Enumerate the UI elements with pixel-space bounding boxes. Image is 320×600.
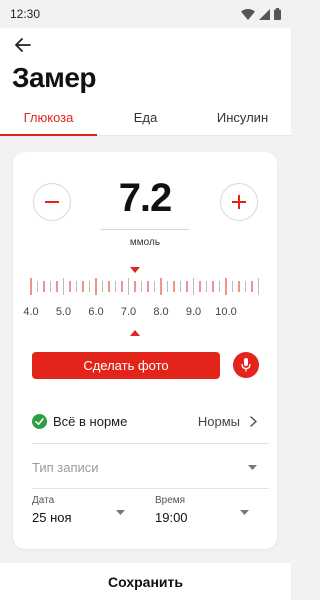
time-field[interactable]: Время 19:00 [155,495,247,535]
tab-insulin[interactable]: Инсулин [194,102,291,135]
check-circle-icon [32,413,47,429]
battery-icon [274,8,281,20]
voice-input-button[interactable] [233,352,259,378]
divider [32,488,269,489]
ruler-label: 7.0 [120,306,137,318]
decrease-button[interactable] [33,183,71,221]
ruler-label: 9.0 [185,306,202,318]
dropdown-arrow-icon [248,464,257,470]
divider [32,443,269,444]
page-title: Замер [12,62,97,93]
ruler-label: 5.0 [55,306,72,318]
mic-icon [241,358,251,372]
value-underline [101,229,189,230]
tab-food[interactable]: Еда [97,102,194,135]
norms-link[interactable]: Нормы [198,414,240,429]
tab-glucose[interactable]: Глюкоза [0,102,97,136]
ruler-pointer-top [130,267,140,273]
save-button[interactable]: Сохранить [0,563,291,600]
ruler-label: 10.0 [215,306,237,318]
status-time: 12:30 [10,7,41,21]
dropdown-arrow-icon[interactable] [116,510,125,515]
glucose-value[interactable]: 7.2 [99,176,191,221]
back-button[interactable] [12,34,34,56]
ruler-label: 6.0 [88,306,104,318]
measurement-card: 7.2 ммоль 4.0 5.0 6.0 7.0 8.0 9.0 10.0 С… [13,152,277,549]
ruler-pointer-bottom [130,330,140,336]
minus-icon [45,201,59,203]
increase-button[interactable] [220,183,258,221]
dropdown-arrow-icon[interactable] [240,510,249,515]
value-ruler[interactable]: 4.0 5.0 6.0 7.0 8.0 9.0 10.0 [23,264,263,338]
status-bar: 12:30 [0,0,291,28]
status-icons [241,8,281,20]
norm-status-row[interactable]: Всё в норме Нормы [32,402,257,440]
take-photo-button[interactable]: Сделать фото [32,352,220,379]
plus-icon [232,195,246,209]
record-type-placeholder: Тип записи [32,459,99,475]
date-value: 25 ноя [32,510,72,525]
norm-status-text: Всё в норме [53,413,128,429]
date-label: Дата [32,495,55,506]
record-type-select[interactable]: Тип записи [32,454,257,480]
tab-bar: Глюкоза Еда Инсулин [0,102,291,136]
ruler-label: 8.0 [153,306,169,318]
unit-label: ммоль [129,237,161,248]
time-label: Время [155,495,186,506]
date-field[interactable]: Дата 25 ноя [32,495,124,535]
ruler-label: 4.0 [23,306,39,318]
back-arrow-icon [15,38,31,52]
time-value: 19:00 [155,510,188,525]
signal-icon [259,8,270,20]
wifi-icon [241,8,255,20]
chevron-right-icon [250,415,257,427]
ruler-ticks [30,267,259,336]
